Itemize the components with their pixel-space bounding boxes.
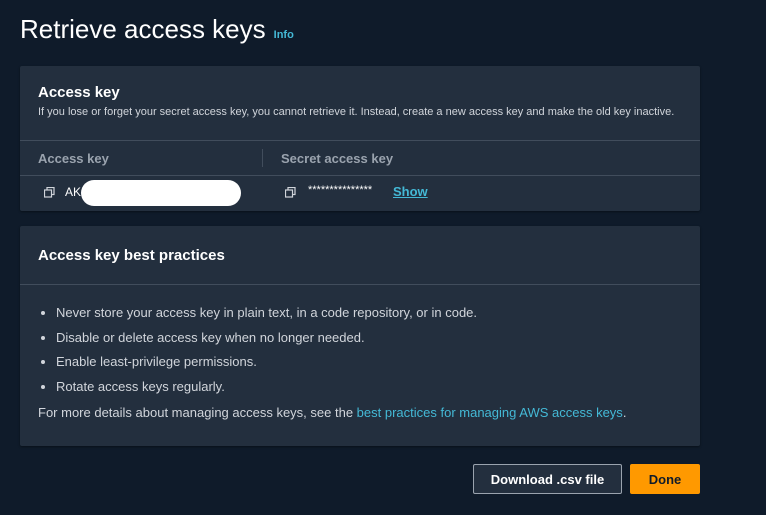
- column-header-access-key: Access key: [38, 150, 109, 166]
- more-details-suffix: .: [622, 405, 627, 420]
- list-item: Never store your access key in plain tex…: [56, 301, 700, 326]
- copy-icon[interactable]: [44, 187, 55, 198]
- table-row: AKI *************** Show: [20, 174, 700, 211]
- page-title: Retrieve access keys Info: [20, 14, 294, 45]
- access-key-card-title: Access key: [38, 84, 120, 101]
- done-button[interactable]: Done: [630, 464, 700, 494]
- redaction-mark: [81, 180, 241, 206]
- copy-icon[interactable]: [285, 187, 296, 198]
- column-divider: [262, 149, 263, 167]
- best-practices-list: Never store your access key in plain tex…: [20, 285, 700, 399]
- info-link[interactable]: Info: [274, 29, 294, 41]
- access-key-card-header: Access key If you lose or forget your se…: [20, 66, 700, 118]
- secret-access-key-value: ***************: [308, 184, 373, 196]
- list-item: Rotate access keys regularly.: [56, 375, 700, 400]
- list-item: Disable or delete access key when no lon…: [56, 326, 700, 351]
- column-header-secret-access-key: Secret access key: [281, 150, 394, 166]
- more-details-prefix: For more details about managing access k…: [38, 405, 357, 420]
- download-csv-button[interactable]: Download .csv file: [473, 464, 622, 494]
- access-key-table-header: Access key Secret access key: [20, 140, 700, 176]
- access-key-card-description: If you lose or forget your secret access…: [38, 106, 675, 118]
- list-item: Enable least-privilege permissions.: [56, 350, 700, 375]
- best-practices-link[interactable]: best practices for managing AWS access k…: [357, 405, 623, 420]
- page-title-text: Retrieve access keys: [20, 14, 266, 44]
- more-details-text: For more details about managing access k…: [38, 405, 682, 420]
- best-practices-card-title: Access key best practices: [38, 246, 225, 264]
- best-practices-card: Access key best practices Never store yo…: [20, 226, 700, 446]
- show-secret-link[interactable]: Show: [393, 184, 428, 199]
- best-practices-card-header: Access key best practices: [20, 226, 700, 285]
- access-key-card: Access key If you lose or forget your se…: [20, 66, 700, 211]
